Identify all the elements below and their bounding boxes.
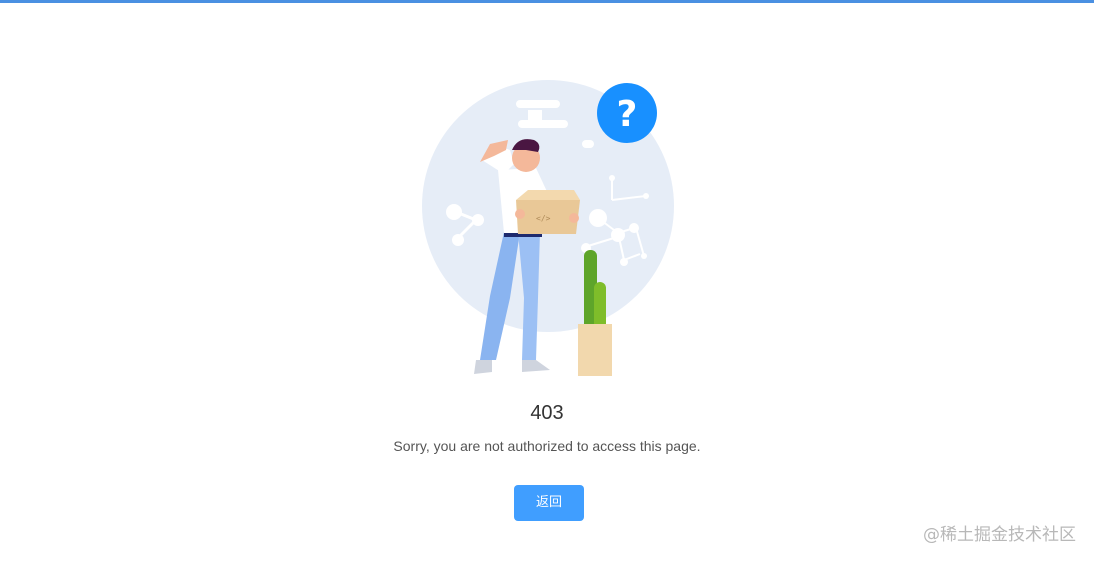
forbidden-page: ? </> 403 Sorry, you are not authorized …	[0, 0, 1094, 563]
cloud-shape	[528, 110, 542, 120]
cardboard-box-icon: </>	[516, 190, 580, 234]
cloud-shape	[516, 100, 560, 108]
status-code: 403	[530, 402, 564, 424]
question-mark-icon: ?	[597, 83, 657, 143]
svg-text:</>: </>	[536, 214, 551, 223]
error-message: Sorry, you are not authorized to access …	[393, 438, 701, 454]
watermark: @稀土掘金技术社区	[923, 525, 1076, 545]
top-progress-bar	[0, 0, 1094, 3]
forbidden-illustration: ? </>	[422, 80, 674, 376]
back-button[interactable]: 返回	[514, 485, 584, 521]
cloud-shape	[518, 120, 568, 128]
svg-text:?: ?	[617, 94, 638, 135]
cloud-shape	[582, 140, 594, 148]
